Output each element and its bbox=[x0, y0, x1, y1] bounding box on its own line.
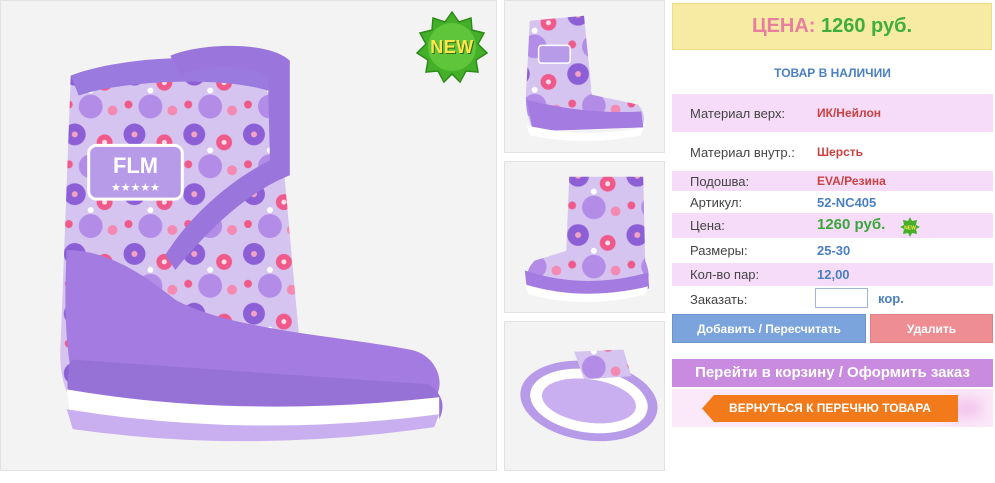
new-badge: NEW bbox=[415, 10, 489, 84]
svg-text:NEW: NEW bbox=[904, 226, 916, 232]
spec-row-pairs: Кол-во пар: 12,00 bbox=[672, 263, 993, 286]
main-product-image[interactable]: FLM ★★★★★ NEW bbox=[0, 0, 497, 471]
stock-status: ТОВАР В НАЛИЧИИ bbox=[774, 66, 891, 80]
spec-row-upper: Материал верх: ИК/Нейлон bbox=[672, 94, 993, 132]
spec-row-sole: Подошва: EVA/Резина bbox=[672, 171, 993, 191]
spec-value: ИК/Нейлон bbox=[817, 106, 882, 120]
new-badge-text: NEW bbox=[430, 37, 474, 57]
spec-label: Кол-во пар: bbox=[690, 267, 760, 282]
spec-row-article: Артикул: 52-NC405 bbox=[672, 192, 993, 213]
spec-row-lining: Материал внутр.: Шерсть bbox=[672, 134, 993, 170]
boot-thumbnail-sole bbox=[505, 322, 664, 470]
product-info-panel: ЦЕНА: 1260 руб. ТОВАР В НАЛИЧИИ Материал… bbox=[672, 0, 993, 483]
delete-button[interactable]: Удалить bbox=[870, 314, 993, 343]
order-quantity-input[interactable] bbox=[815, 288, 868, 308]
price-box-value: 1260 руб. bbox=[821, 15, 913, 37]
svg-text:FLM: FLM bbox=[113, 153, 158, 178]
spec-value: EVA/Резина bbox=[817, 174, 886, 188]
spec-label: Заказать: bbox=[690, 292, 748, 307]
spec-value: Шерсть bbox=[817, 145, 863, 159]
go-to-cart-button[interactable]: Перейти в корзину / Оформить заказ bbox=[672, 359, 993, 387]
spec-label: Материал верх: bbox=[690, 106, 786, 121]
spec-value: 12,00 bbox=[817, 267, 850, 282]
spec-label: Артикул: bbox=[690, 195, 743, 210]
spec-label: Цена: bbox=[690, 218, 725, 233]
new-mini-icon: NEW bbox=[900, 217, 920, 237]
spec-value: 52-NC405 bbox=[817, 195, 877, 210]
thumbnail-2[interactable] bbox=[504, 161, 665, 313]
spec-label: Размеры: bbox=[690, 243, 748, 258]
add-recalculate-button[interactable]: Добавить / Пересчитать bbox=[672, 314, 866, 343]
spec-label: Материал внутр.: bbox=[690, 145, 795, 160]
boot-thumbnail-side bbox=[505, 1, 664, 152]
back-to-list-button[interactable]: ВЕРНУТЬСЯ К ПЕРЕЧНЮ ТОВАРА bbox=[702, 395, 958, 422]
price-box-label: ЦЕНА: bbox=[751, 15, 816, 37]
thumbnail-3[interactable] bbox=[504, 321, 665, 471]
spec-row-order: Заказать: кор. bbox=[672, 287, 993, 312]
price-box: ЦЕНА: 1260 руб. bbox=[672, 3, 992, 50]
boot-thumbnail-angle bbox=[505, 162, 664, 312]
svg-text:★★★★★: ★★★★★ bbox=[111, 182, 160, 194]
back-button-area: ВЕРНУТЬСЯ К ПЕРЕЧНЮ ТОВАРА bbox=[672, 389, 993, 427]
thumbnail-1[interactable] bbox=[504, 0, 665, 153]
spec-row-sizes: Размеры: 25-30 bbox=[672, 239, 993, 262]
spec-row-price: Цена: 1260 руб. NEW bbox=[672, 213, 993, 238]
spec-value: 1260 руб. bbox=[817, 216, 886, 233]
spec-label: Подошва: bbox=[690, 174, 750, 189]
order-unit: кор. bbox=[878, 291, 904, 306]
spec-value: 25-30 bbox=[817, 243, 851, 258]
